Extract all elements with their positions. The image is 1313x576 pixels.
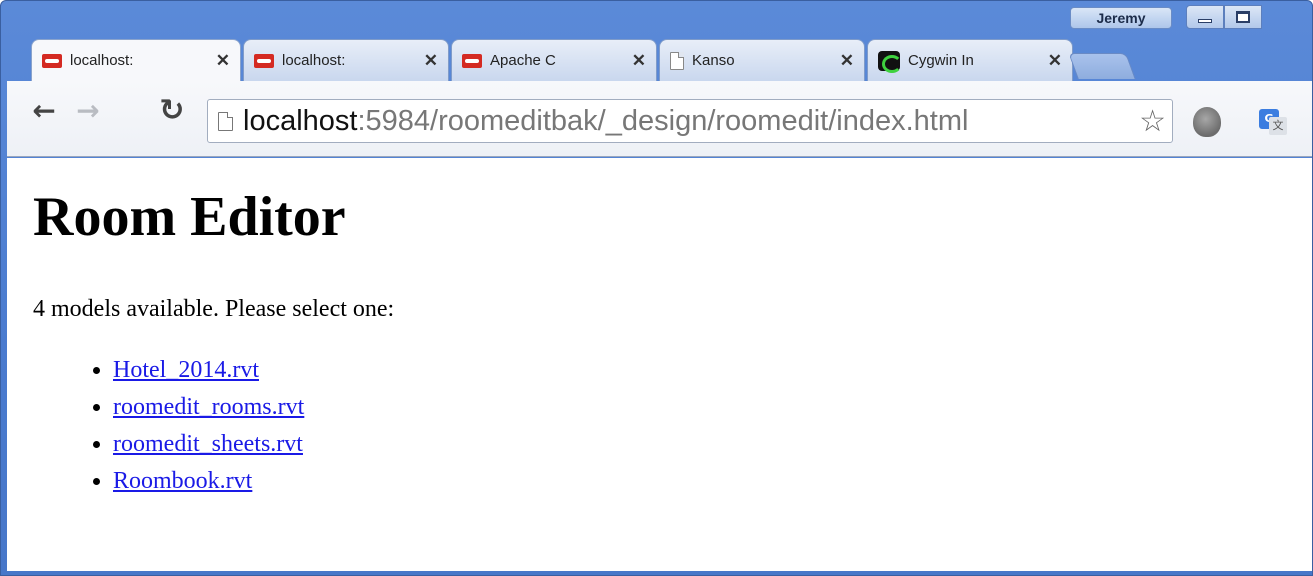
document-icon [670, 51, 684, 70]
browser-window: Jeremy localhost: ✕ localhost: ✕ Apache … [0, 0, 1313, 576]
new-tab-button[interactable] [1068, 53, 1136, 79]
couchdb-icon [42, 53, 62, 68]
list-item: roomedit_rooms.rvt [113, 389, 1312, 426]
model-link-roombook[interactable]: Roombook.rvt [113, 468, 252, 494]
model-link-roomedit-rooms[interactable]: roomedit_rooms.rvt [113, 394, 304, 420]
page-icon [218, 111, 233, 131]
address-bar[interactable]: localhost:5984/roomeditbak/_design/roome… [207, 99, 1173, 143]
close-icon[interactable]: ✕ [216, 51, 230, 71]
toolbar: ← → ↻ localhost:5984/roomeditbak/_design… [7, 81, 1312, 157]
page-content: Room Editor 4 models available. Please s… [7, 158, 1312, 571]
maximize-icon [1236, 11, 1250, 23]
extension-skull-icon[interactable] [1193, 107, 1221, 137]
close-icon[interactable]: ✕ [1048, 51, 1062, 71]
tab-kanso[interactable]: Kanso ✕ [659, 39, 865, 81]
list-item: roomedit_sheets.rvt [113, 426, 1312, 463]
tab-label: localhost: [70, 52, 134, 69]
tab-label: Kanso [692, 52, 735, 69]
close-icon[interactable]: ✕ [840, 51, 854, 71]
profile-button[interactable]: Jeremy [1070, 7, 1172, 29]
model-link-hotel-2014[interactable]: Hotel_2014.rvt [113, 357, 259, 383]
close-icon[interactable]: ✕ [632, 51, 646, 71]
tab-cygwin[interactable]: Cygwin In ✕ [867, 39, 1073, 81]
list-item: Hotel_2014.rvt [113, 352, 1312, 389]
list-item: Roombook.rvt [113, 463, 1312, 500]
translate-badge-char: 文 [1269, 117, 1287, 135]
couchdb-icon [462, 53, 482, 68]
url-path: :5984/roomeditbak/_design/roomedit/index… [357, 104, 969, 137]
tab-apache-couchdb[interactable]: Apache C ✕ [451, 39, 657, 81]
bookmark-star-icon[interactable]: ☆ [1139, 104, 1166, 139]
back-arrow-icon[interactable]: ← [27, 93, 61, 127]
tab-localhost-1[interactable]: localhost: ✕ [31, 39, 241, 81]
couchdb-icon [254, 53, 274, 68]
close-icon[interactable]: ✕ [424, 51, 438, 71]
minimize-button[interactable] [1186, 5, 1224, 29]
model-link-roomedit-sheets[interactable]: roomedit_sheets.rvt [113, 431, 303, 457]
tab-localhost-2[interactable]: localhost: ✕ [243, 39, 449, 81]
window-controls [1186, 5, 1262, 31]
translate-extension-icon[interactable]: G 文 [1259, 109, 1287, 135]
cygwin-icon [878, 50, 900, 71]
page-title: Room Editor [33, 186, 346, 248]
tab-label: localhost: [282, 52, 346, 69]
url-text[interactable]: localhost:5984/roomeditbak/_design/roome… [243, 105, 968, 138]
reload-icon[interactable]: ↻ [155, 93, 189, 128]
url-host: localhost [243, 104, 358, 137]
intro-text: 4 models available. Please select one: [33, 296, 395, 322]
maximize-button[interactable] [1224, 5, 1262, 29]
tab-label: Cygwin In [908, 52, 974, 69]
minimize-icon [1198, 19, 1212, 23]
tab-label: Apache C [490, 52, 556, 69]
model-list: Hotel_2014.rvt roomedit_rooms.rvt roomed… [33, 352, 1312, 500]
forward-arrow-icon[interactable]: → [71, 93, 105, 127]
